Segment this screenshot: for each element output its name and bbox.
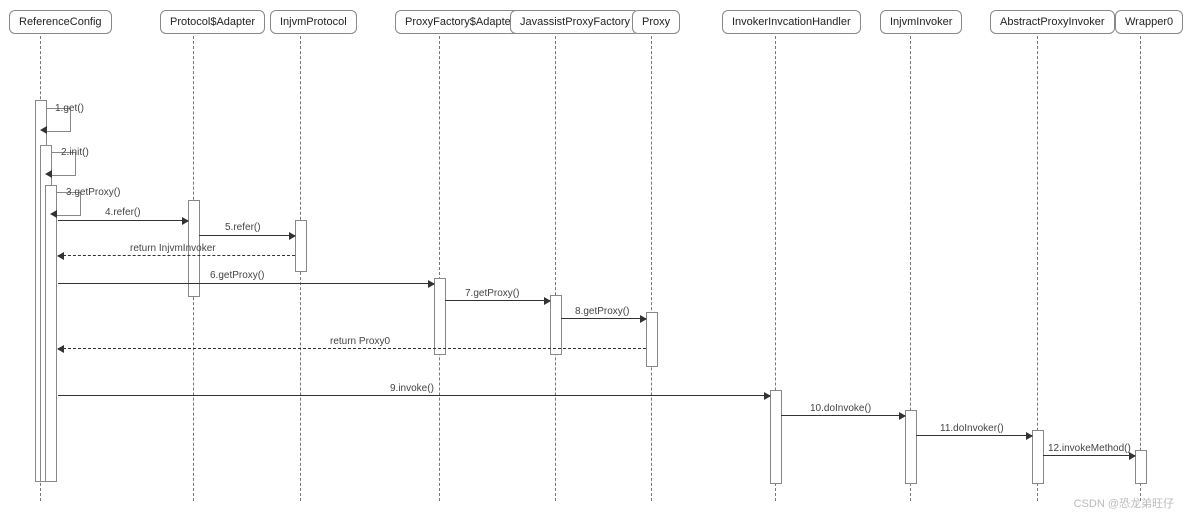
participant-injvminvoker: InjvmInvoker <box>880 10 962 34</box>
arrow-refer1 <box>58 220 188 221</box>
activation-proxy <box>646 312 658 367</box>
participant-referenceconfig: ReferenceConfig <box>9 10 112 34</box>
participant-injvmprotocol: InjvmProtocol <box>270 10 357 34</box>
activation-wrapper0 <box>1135 450 1147 484</box>
return-injvminvoker <box>58 255 295 256</box>
activation-abstractproxyinvoker <box>1032 430 1044 484</box>
return-proxy0 <box>58 348 646 349</box>
activation-invokerhandler <box>770 390 782 484</box>
participant-invokerinvocationhandler: InvokerInvcationHandler <box>722 10 861 34</box>
arrow-getproxy6 <box>58 283 434 284</box>
participant-proxyfactory-adapter: ProxyFactory$Adapter <box>395 10 524 34</box>
msg-init: 2.init() <box>61 147 89 158</box>
msg-invokemethod: 12.invokeMethod() <box>1048 443 1131 454</box>
msg-getproxy: 3.getProxy() <box>66 187 120 198</box>
activation-proxyfactory-adapter <box>434 278 446 355</box>
msg-invoke: 9.invoke() <box>390 383 434 394</box>
participant-proxy: Proxy <box>632 10 680 34</box>
msg-getproxy6: 6.getProxy() <box>210 270 264 281</box>
activation-referenceconfig-3 <box>45 185 57 482</box>
participant-javassistproxyfactory: JavassistProxyFactory <box>510 10 640 34</box>
msg-doinvoke: 10.doInvoke() <box>810 403 871 414</box>
watermark: CSDN @恐龙弟旺仔 <box>1074 495 1174 511</box>
sequence-diagram: ReferenceConfig Protocol$Adapter InjvmPr… <box>0 0 1184 517</box>
arrow-invoke <box>58 395 770 396</box>
arrow-invokemethod <box>1043 455 1135 456</box>
activation-javassistproxyfactory <box>550 295 562 355</box>
msg-get: 1.get() <box>55 103 84 114</box>
msg-refer2: 5.refer() <box>225 222 261 233</box>
msg-return-injvminvoker: return InjvmInvoker <box>130 243 216 254</box>
arrow-doinvoke <box>781 415 905 416</box>
participant-wrapper0: Wrapper0 <box>1115 10 1183 34</box>
msg-getproxy7: 7.getProxy() <box>465 288 519 299</box>
msg-refer1: 4.refer() <box>105 207 141 218</box>
msg-doinvoker: 11.doInvoker() <box>940 423 1004 434</box>
arrow-getproxy8 <box>561 318 646 319</box>
participant-abstractproxyinvoker: AbstractProxyInvoker <box>990 10 1115 34</box>
arrow-refer2 <box>199 235 295 236</box>
participant-protocol-adapter: Protocol$Adapter <box>160 10 265 34</box>
arrow-getproxy7 <box>445 300 550 301</box>
arrow-doinvoker <box>916 435 1032 436</box>
activation-injvmprotocol <box>295 220 307 272</box>
msg-getproxy8: 8.getProxy() <box>575 306 629 317</box>
msg-return-proxy0: return Proxy0 <box>330 336 390 347</box>
activation-injvminvoker <box>905 410 917 484</box>
